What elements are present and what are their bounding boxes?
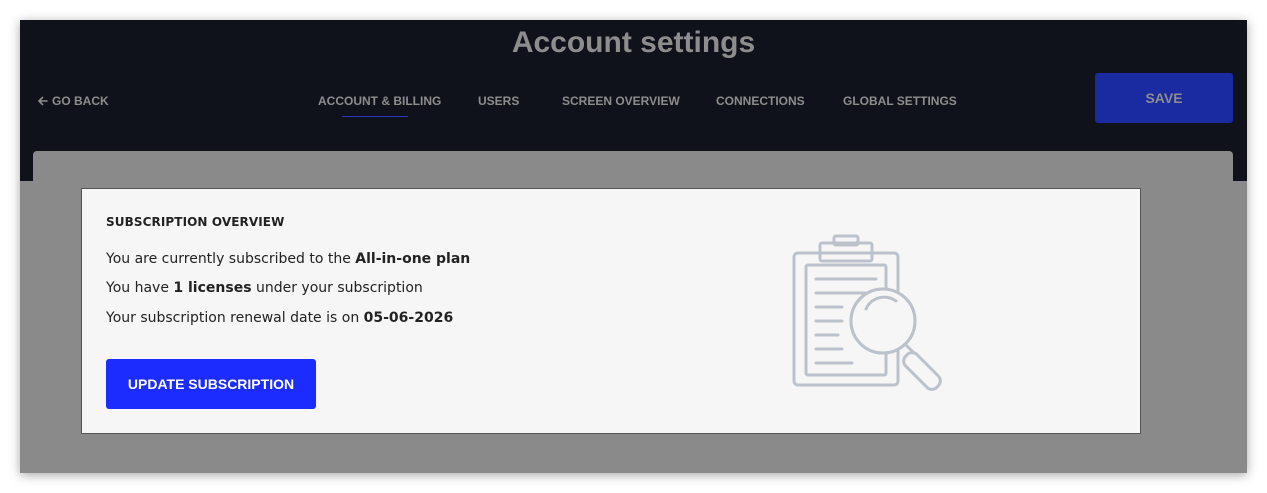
page-title: Account settings [511, 26, 756, 59]
licenses-line: You have 1 licenses under your subscript… [106, 280, 423, 296]
licenses-suffix: under your subscription [251, 280, 423, 296]
tab-screen-overview[interactable]: SCREEN OVERVIEW [562, 94, 680, 108]
update-subscription-button[interactable]: UPDATE SUBSCRIPTION [106, 359, 316, 409]
clipboard-magnifier-icon [792, 234, 942, 391]
subscription-overview-card: SUBSCRIPTION OVERVIEW You are currently … [81, 188, 1141, 434]
licenses-count: 1 licenses [173, 280, 252, 296]
plan-line: You are currently subscribed to the All-… [106, 251, 470, 267]
renewal-prefix: Your subscription renewal date is on [106, 310, 364, 326]
plan-name: All-in-one plan [355, 251, 471, 267]
renewal-line: Your subscription renewal date is on 05-… [106, 310, 453, 326]
save-button[interactable]: SAVE [1095, 73, 1233, 123]
plan-prefix: You are currently subscribed to the [106, 251, 356, 267]
tab-connections[interactable]: CONNECTIONS [716, 94, 805, 108]
active-tab-indicator [342, 116, 408, 117]
tab-users[interactable]: USERS [478, 94, 519, 108]
subscription-heading: SUBSCRIPTION OVERVIEW [106, 215, 285, 229]
renewal-date: 05-06-2026 [363, 310, 454, 326]
licenses-prefix: You have [106, 280, 174, 296]
tab-global-settings[interactable]: GLOBAL SETTINGS [843, 94, 957, 108]
tab-account-billing[interactable]: ACCOUNT & BILLING [318, 94, 441, 108]
settings-tabs: ACCOUNT & BILLING USERS SCREEN OVERVIEW … [20, 94, 1247, 124]
